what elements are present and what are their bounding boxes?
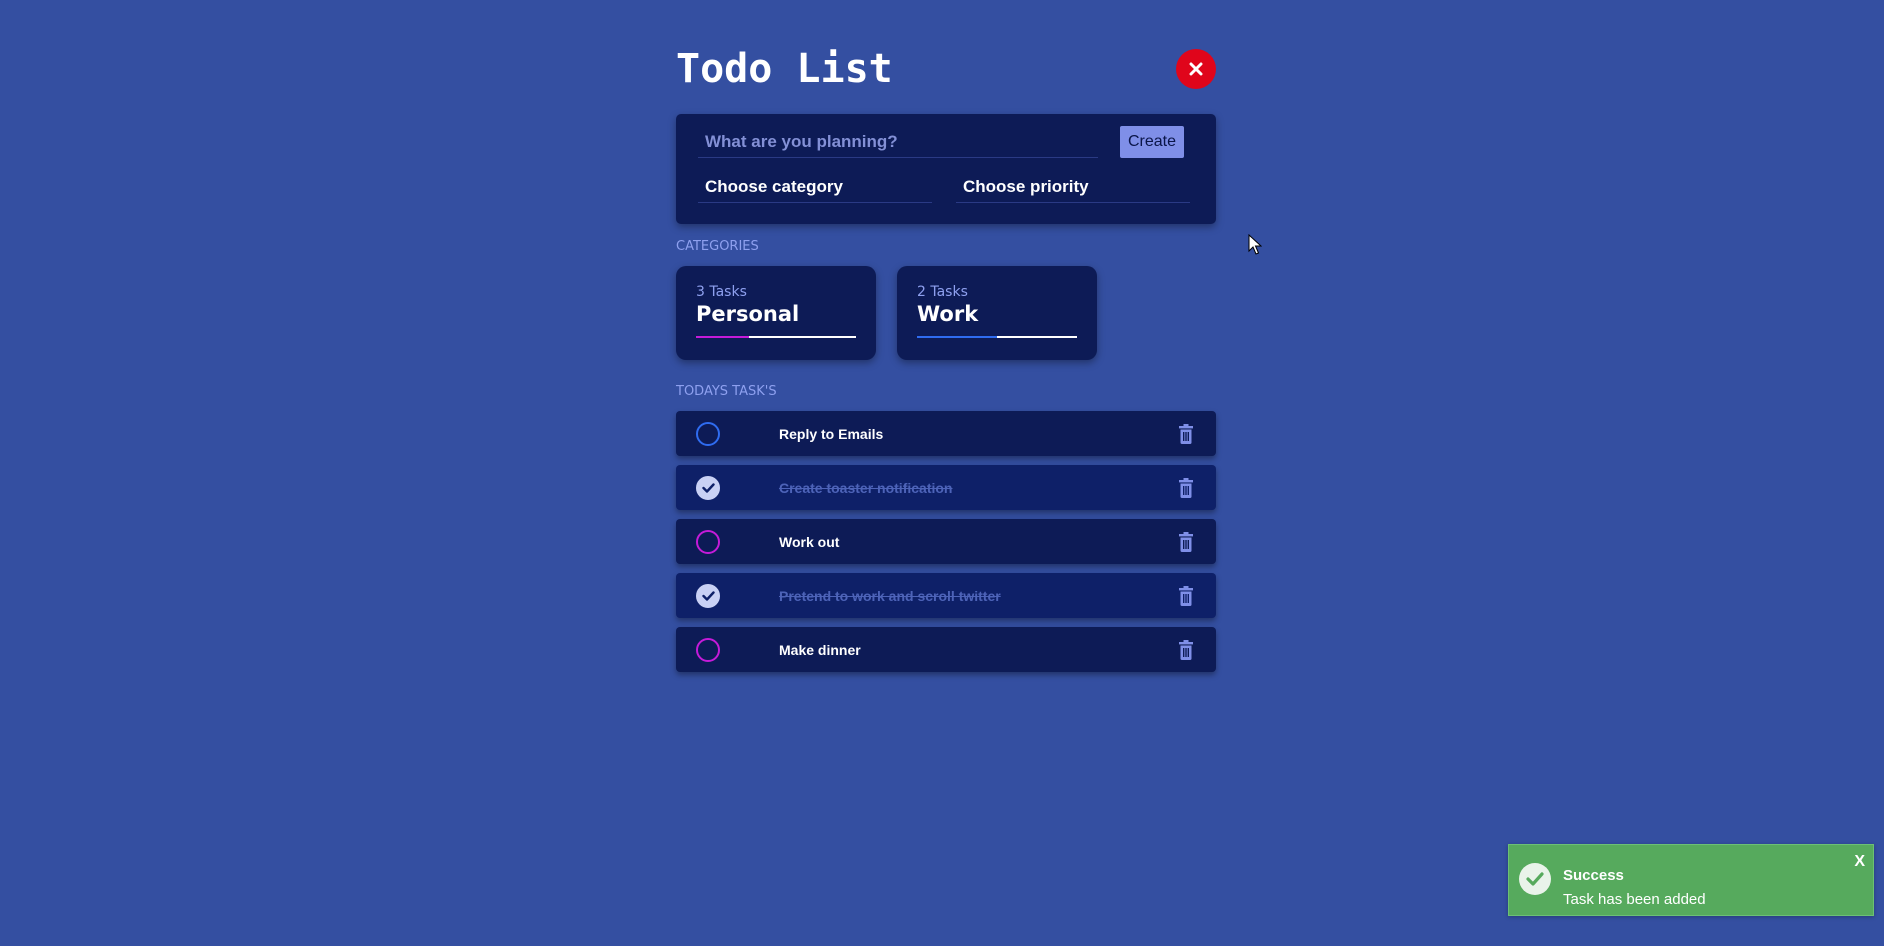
priority-select[interactable]: Choose priority bbox=[956, 171, 1190, 203]
category-progress-fill bbox=[917, 336, 997, 338]
create-button[interactable]: Create bbox=[1120, 126, 1185, 158]
task-text: Make dinner bbox=[779, 641, 861, 658]
task-item: Make dinner bbox=[676, 627, 1216, 672]
page-title: Todo List bbox=[676, 46, 893, 92]
categories-list: 3 Tasks Personal 2 Tasks Work bbox=[676, 266, 1216, 360]
task-text: Reply to Emails bbox=[779, 425, 884, 442]
todo-app: Todo List Create Choose category Choose … bbox=[676, 44, 1216, 672]
trash-icon[interactable] bbox=[1178, 639, 1194, 660]
toast-close-button[interactable]: X bbox=[1854, 853, 1865, 871]
trash-icon[interactable] bbox=[1178, 585, 1194, 606]
category-count: 2 Tasks bbox=[917, 284, 968, 300]
category-progress-bar bbox=[917, 336, 1077, 338]
task-item: Create toaster notification bbox=[676, 465, 1216, 510]
category-card-work[interactable]: 2 Tasks Work bbox=[897, 266, 1097, 360]
header: Todo List bbox=[676, 44, 1216, 94]
trash-icon[interactable] bbox=[1178, 423, 1194, 444]
toast-title: Success bbox=[1563, 867, 1624, 884]
tasks-heading: TODAYS TASK'S bbox=[676, 384, 777, 399]
create-task-panel: Create Choose category Choose priority bbox=[676, 114, 1216, 224]
toast-message: Task has been added bbox=[1563, 891, 1706, 908]
check-circle-icon bbox=[1519, 863, 1551, 895]
task-checkbox[interactable] bbox=[696, 637, 720, 662]
task-checkbox[interactable] bbox=[696, 475, 720, 500]
task-item: Reply to Emails bbox=[676, 411, 1216, 456]
category-name: Work bbox=[917, 302, 979, 326]
success-toast: Success Task has been added X bbox=[1508, 844, 1874, 916]
category-card-personal[interactable]: 3 Tasks Personal bbox=[676, 266, 876, 360]
trash-icon[interactable] bbox=[1178, 477, 1194, 498]
check-icon bbox=[701, 590, 715, 601]
category-count: 3 Tasks bbox=[696, 284, 747, 300]
task-item: Work out bbox=[676, 519, 1216, 564]
category-progress-fill bbox=[696, 336, 749, 338]
mouse-cursor-icon bbox=[1248, 234, 1262, 255]
close-button[interactable] bbox=[1176, 49, 1216, 89]
task-text: Create toaster notification bbox=[779, 479, 953, 496]
category-name: Personal bbox=[696, 302, 800, 326]
trash-icon[interactable] bbox=[1178, 531, 1194, 552]
check-icon bbox=[701, 482, 715, 493]
category-progress-bar bbox=[696, 336, 856, 338]
categories-heading: CATEGORIES bbox=[676, 239, 759, 254]
category-select[interactable]: Choose category bbox=[698, 171, 932, 203]
task-text: Work out bbox=[779, 533, 840, 550]
task-checkbox[interactable] bbox=[696, 529, 720, 554]
task-checkbox[interactable] bbox=[696, 421, 720, 446]
task-input[interactable] bbox=[698, 126, 1098, 158]
close-icon bbox=[1189, 62, 1203, 76]
tasks-list: Reply to Emails Create toaster notificat… bbox=[676, 411, 1216, 672]
task-checkbox[interactable] bbox=[696, 583, 720, 608]
task-item: Pretend to work and scroll twitter bbox=[676, 573, 1216, 618]
task-text: Pretend to work and scroll twitter bbox=[779, 587, 1001, 604]
